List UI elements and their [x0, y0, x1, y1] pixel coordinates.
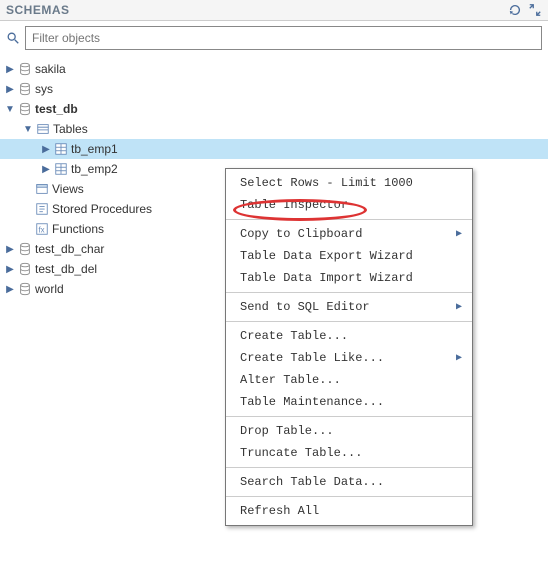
menu-label: Create Table Like... — [240, 351, 384, 365]
submenu-arrow-icon: ▶ — [456, 228, 462, 240]
collapsed-icon[interactable]: ▶ — [4, 243, 16, 255]
schema-sys[interactable]: ▶ sys — [0, 79, 548, 99]
menu-create-like[interactable]: Create Table Like... ▶ — [226, 347, 472, 369]
menu-separator — [226, 219, 472, 220]
stored-procedures-icon — [34, 201, 50, 217]
table-icon — [53, 161, 69, 177]
schemas-panel-header: SCHEMAS — [0, 0, 548, 21]
menu-separator — [226, 496, 472, 497]
menu-label: Copy to Clipboard — [240, 227, 362, 241]
database-icon — [17, 241, 33, 257]
refresh-icon[interactable] — [508, 3, 522, 17]
folder-label: Functions — [52, 222, 104, 236]
collapsed-icon[interactable]: ▶ — [40, 163, 52, 175]
collapsed-icon[interactable]: ▶ — [40, 143, 52, 155]
menu-label: Table Data Export Wizard — [240, 249, 413, 263]
menu-maintenance[interactable]: Table Maintenance... — [226, 391, 472, 413]
menu-separator — [226, 292, 472, 293]
menu-separator — [226, 321, 472, 322]
submenu-arrow-icon: ▶ — [456, 352, 462, 364]
menu-label: Send to SQL Editor — [240, 300, 370, 314]
expanded-icon[interactable]: ▼ — [4, 103, 16, 115]
menu-label: Search Table Data... — [240, 475, 384, 489]
submenu-arrow-icon: ▶ — [456, 301, 462, 313]
schema-label: sys — [35, 82, 53, 96]
menu-label: Drop Table... — [240, 424, 334, 438]
schema-label: test_db — [35, 102, 78, 116]
menu-label: Table Data Import Wizard — [240, 271, 413, 285]
menu-table-inspector[interactable]: Table Inspector — [226, 194, 472, 216]
menu-alter-table[interactable]: Alter Table... — [226, 369, 472, 391]
folder-label: Stored Procedures — [52, 202, 152, 216]
folder-icon — [35, 121, 51, 137]
database-icon — [17, 101, 33, 117]
schema-label: test_db_char — [35, 242, 104, 256]
expand-icon[interactable] — [528, 3, 542, 17]
filter-input[interactable] — [25, 26, 542, 50]
database-icon — [17, 281, 33, 297]
menu-label: Table Inspector — [240, 198, 348, 212]
menu-refresh-all[interactable]: Refresh All — [226, 500, 472, 522]
collapsed-icon[interactable]: ▶ — [4, 83, 16, 95]
schema-label: sakila — [35, 62, 66, 76]
database-icon — [17, 81, 33, 97]
database-icon — [17, 261, 33, 277]
schema-label: world — [35, 282, 64, 296]
folder-label: Tables — [53, 122, 88, 136]
folder-tables[interactable]: ▼ Tables — [0, 119, 548, 139]
table-context-menu: Select Rows - Limit 1000 Table Inspector… — [225, 168, 473, 526]
collapsed-icon[interactable]: ▶ — [4, 63, 16, 75]
menu-label: Alter Table... — [240, 373, 341, 387]
menu-separator — [226, 467, 472, 468]
menu-export-wizard[interactable]: Table Data Export Wizard — [226, 245, 472, 267]
collapsed-icon[interactable]: ▶ — [4, 263, 16, 275]
filter-row — [0, 21, 548, 55]
svg-text:fx: fx — [39, 226, 45, 235]
table-tb-emp1[interactable]: ▶ tb_emp1 — [0, 139, 548, 159]
menu-label: Select Rows - Limit 1000 — [240, 176, 413, 190]
search-icon — [6, 31, 20, 45]
functions-icon: fx — [34, 221, 50, 237]
menu-copy-clipboard[interactable]: Copy to Clipboard ▶ — [226, 223, 472, 245]
schema-test-db[interactable]: ▼ test_db — [0, 99, 548, 119]
menu-search-data[interactable]: Search Table Data... — [226, 471, 472, 493]
folder-label: Views — [52, 182, 84, 196]
views-icon — [34, 181, 50, 197]
schema-sakila[interactable]: ▶ sakila — [0, 59, 548, 79]
table-icon — [53, 141, 69, 157]
collapsed-icon[interactable]: ▶ — [4, 283, 16, 295]
menu-label: Truncate Table... — [240, 446, 362, 460]
table-label: tb_emp1 — [71, 142, 118, 156]
menu-select-rows[interactable]: Select Rows - Limit 1000 — [226, 172, 472, 194]
menu-drop-table[interactable]: Drop Table... — [226, 420, 472, 442]
menu-label: Table Maintenance... — [240, 395, 384, 409]
menu-send-sql[interactable]: Send to SQL Editor ▶ — [226, 296, 472, 318]
panel-title: SCHEMAS — [6, 3, 70, 17]
menu-label: Refresh All — [240, 504, 319, 518]
menu-separator — [226, 416, 472, 417]
expanded-icon[interactable]: ▼ — [22, 123, 34, 135]
menu-truncate[interactable]: Truncate Table... — [226, 442, 472, 464]
table-label: tb_emp2 — [71, 162, 118, 176]
menu-create-table[interactable]: Create Table... — [226, 325, 472, 347]
panel-header-actions — [508, 3, 542, 17]
database-icon — [17, 61, 33, 77]
menu-label: Create Table... — [240, 329, 348, 343]
menu-import-wizard[interactable]: Table Data Import Wizard — [226, 267, 472, 289]
schema-label: test_db_del — [35, 262, 97, 276]
